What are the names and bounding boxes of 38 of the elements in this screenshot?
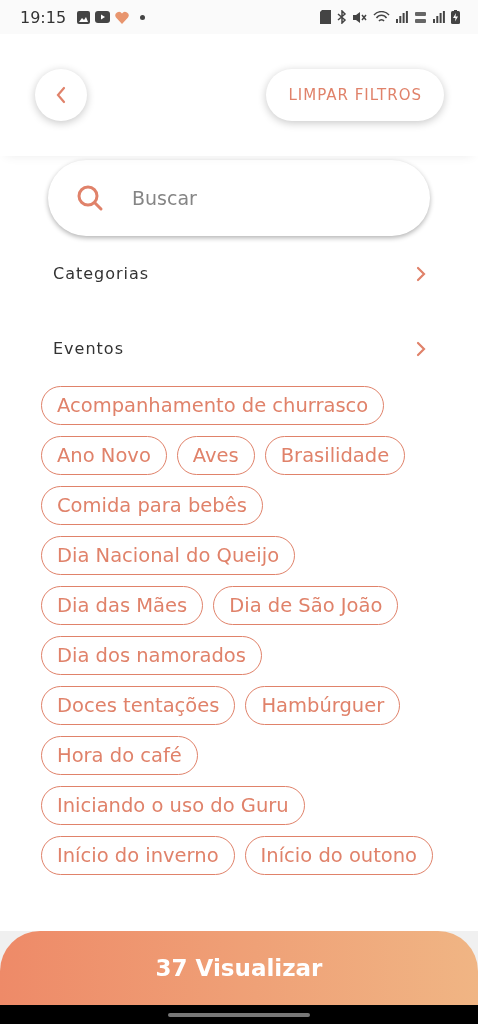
event-chip[interactable]: Hambúrguer <box>245 686 401 725</box>
mute-icon <box>353 10 367 24</box>
event-chip[interactable]: Hora do café <box>41 736 198 775</box>
wifi-icon <box>373 10 390 24</box>
image-icon <box>77 10 91 24</box>
chevron-right-icon <box>416 265 426 282</box>
status-time: 19:15 <box>20 7 67 27</box>
event-chip[interactable]: Doces tentações <box>41 686 236 725</box>
event-chip[interactable]: Início do outono <box>244 836 434 875</box>
section-label: Eventos <box>53 339 124 358</box>
event-chip[interactable]: Dia dos namorados <box>41 636 262 675</box>
event-chip[interactable]: Dia de São João <box>213 586 399 625</box>
chevron-right-icon <box>416 340 426 357</box>
back-icon <box>56 86 66 104</box>
section-row[interactable]: Eventos <box>53 311 426 386</box>
search-field[interactable]: Buscar <box>132 178 402 218</box>
view-results-button[interactable]: 37 Visualizar <box>0 931 478 1005</box>
heart-icon <box>115 10 130 24</box>
bluetooth-icon <box>337 10 347 24</box>
event-chip[interactable]: Acompanhamento de churrasco <box>41 386 385 425</box>
event-chip[interactable]: Dia das Mães <box>41 586 204 625</box>
section-row[interactable]: Categorias <box>53 236 426 311</box>
section-label: Categorias <box>53 264 150 283</box>
event-chip[interactable]: Aves <box>176 436 255 475</box>
signal-icon <box>433 11 445 23</box>
video-icon <box>95 11 111 23</box>
event-chip[interactable]: Comida para bebês <box>41 486 263 525</box>
event-chip[interactable]: Iniciando o uso do Guru <box>41 786 305 825</box>
home-indicator[interactable] <box>168 1012 310 1017</box>
battery-icon <box>451 10 460 24</box>
event-chip[interactable]: Dia Nacional do Queijo <box>41 536 296 575</box>
event-chip[interactable]: Início do inverno <box>41 836 235 875</box>
search-icon <box>76 184 104 212</box>
clear-filters-button[interactable]: LIMPAR FILTROS <box>266 69 444 121</box>
signal-icon <box>396 11 408 23</box>
event-chip[interactable]: Ano Novo <box>41 436 167 475</box>
dot-icon <box>140 14 146 20</box>
event-chip[interactable]: Brasilidade <box>264 436 406 475</box>
